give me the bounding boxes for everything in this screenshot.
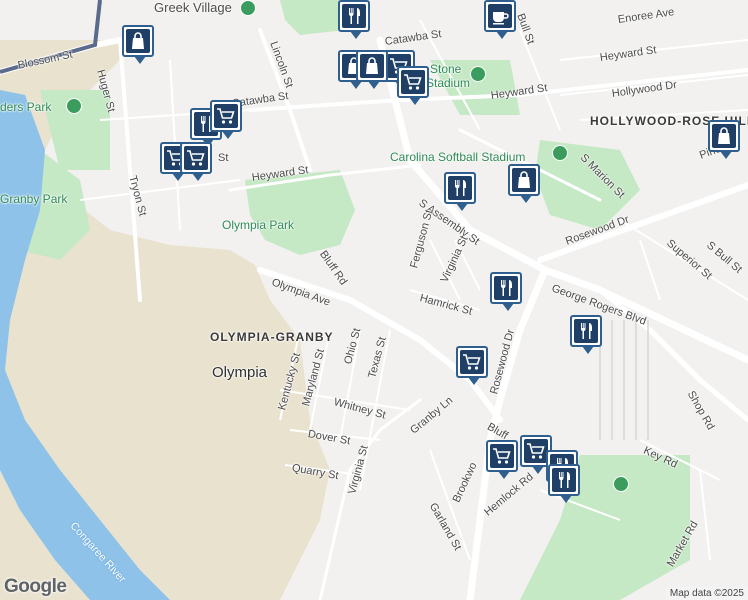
restaurant-pin[interactable] — [444, 172, 476, 211]
label-carolina-softball: Carolina Softball Stadium — [390, 150, 526, 164]
shopping-cart-pin[interactable] — [397, 66, 429, 105]
shopping-cart-pin[interactable] — [180, 142, 212, 181]
shopping-bag-icon — [126, 29, 150, 53]
shopping-cart-icon — [490, 444, 514, 468]
shopping-bag-pin[interactable] — [122, 25, 154, 64]
restaurant-pin[interactable] — [570, 315, 602, 354]
restaurant-icon — [494, 276, 518, 300]
coffee-icon — [488, 4, 512, 28]
shopping-cart-icon — [401, 70, 425, 94]
restaurant-pin[interactable] — [338, 0, 370, 39]
shopping-bag-pin[interactable] — [508, 164, 540, 203]
label-olympia: Olympia — [212, 364, 268, 381]
label-olympia-park: Olympia Park — [222, 218, 295, 232]
park-poi-icon[interactable] — [240, 0, 256, 16]
label-stone-stadium-1: Stone — [430, 62, 462, 76]
map-attribution[interactable]: Map data ©2025 — [665, 587, 748, 600]
label-stone-stadium-2: Stadium — [426, 76, 471, 90]
stadium-poi-icon[interactable] — [613, 476, 629, 492]
stadium-poi-icon[interactable] — [470, 66, 486, 82]
restaurant-icon — [342, 4, 366, 28]
shopping-cart-pin[interactable] — [486, 440, 518, 479]
shopping-bag-icon — [360, 54, 384, 78]
restaurant-pin[interactable] — [548, 464, 580, 503]
shopping-bag-pin[interactable] — [708, 120, 740, 159]
label-greek-village: Greek Village — [154, 0, 232, 15]
map-canvas[interactable]: Greek Village Blossom St Huger St Lincol… — [0, 0, 748, 600]
restaurant-pin[interactable] — [490, 272, 522, 311]
label-riders-park: ders Park — [0, 100, 52, 114]
park-poi-icon[interactable] — [66, 98, 82, 114]
shopping-cart-icon — [184, 146, 208, 170]
shopping-bag-icon — [512, 168, 536, 192]
shopping-cart-icon — [524, 439, 548, 463]
stadium-poi-icon[interactable] — [552, 145, 568, 161]
shopping-cart-pin[interactable] — [210, 100, 242, 139]
label-granby-park: Granby Park — [0, 192, 68, 206]
shopping-cart-pin[interactable] — [456, 346, 488, 385]
shopping-cart-icon — [214, 104, 238, 128]
restaurant-icon — [448, 176, 472, 200]
shopping-cart-icon — [460, 350, 484, 374]
shopping-bag-pin[interactable] — [356, 50, 388, 89]
shopping-bag-icon — [712, 124, 736, 148]
coffee-pin[interactable] — [484, 0, 516, 39]
restaurant-icon — [574, 319, 598, 343]
restaurant-icon — [552, 468, 576, 492]
label-olympia-granby: OLYMPIA-GRANBY — [210, 330, 334, 344]
google-logo: Google — [4, 576, 67, 597]
label-st-fragment: St — [218, 152, 229, 164]
